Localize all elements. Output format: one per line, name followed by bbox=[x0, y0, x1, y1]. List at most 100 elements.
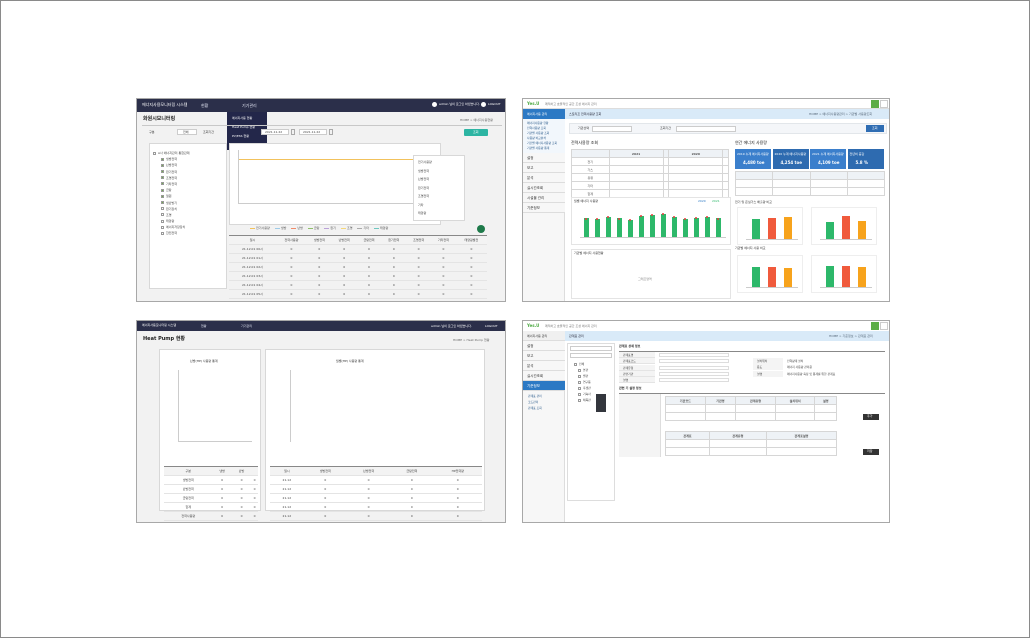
checkbox-icon[interactable] bbox=[161, 194, 164, 198]
table-row[interactable]: 21.12 0 0 0 0 bbox=[270, 511, 482, 521]
checkbox-icon[interactable] bbox=[161, 219, 164, 223]
checkbox-icon[interactable] bbox=[161, 225, 164, 229]
save-button[interactable]: 저장 bbox=[863, 449, 879, 455]
sidebar-subitem[interactable]: 기관별 사용량 통계 bbox=[527, 146, 557, 151]
side-list-item[interactable]: 냉방전력 bbox=[418, 169, 432, 178]
home-icon[interactable] bbox=[871, 100, 879, 108]
sidebar-item[interactable]: 보고 bbox=[523, 163, 565, 173]
form-input[interactable] bbox=[659, 365, 729, 370]
calendar-icon[interactable] bbox=[291, 129, 295, 135]
table-row[interactable]: 합계 0 0 0 bbox=[164, 502, 258, 512]
nav-devices[interactable]: 기기관리 bbox=[242, 104, 257, 108]
search-button[interactable]: 조회 bbox=[866, 125, 884, 132]
date-to-input[interactable]: 2021.11.22 bbox=[299, 129, 327, 135]
sidebar-item[interactable]: 분석 bbox=[523, 173, 565, 183]
sidebar-item[interactable]: 기준정보 bbox=[523, 381, 565, 391]
sidebar-item[interactable]: 설정 bbox=[523, 341, 565, 351]
table-row[interactable] bbox=[665, 412, 837, 421]
form-input[interactable] bbox=[659, 378, 729, 383]
date-from-input[interactable]: 2021.11.22 bbox=[261, 129, 289, 135]
sidebar-subitem[interactable]: 관계표 조회 bbox=[528, 407, 542, 410]
sidebar-item[interactable]: 기준정보 bbox=[523, 203, 565, 213]
table-row[interactable]: 21.12.01 01시 0 0 0 0 0 0 0 0 bbox=[229, 253, 487, 263]
sidebar-item[interactable]: 분석 bbox=[523, 361, 565, 371]
sidebar-item[interactable]: 설정 bbox=[523, 153, 565, 163]
dropdown-item-energy[interactable]: 에너지사용 현황 bbox=[232, 117, 252, 120]
checkbox-icon[interactable] bbox=[161, 182, 164, 186]
checkbox-icon[interactable] bbox=[161, 231, 164, 235]
table-row[interactable]: 전력사용량 0 0 0 bbox=[164, 511, 258, 521]
logout-button[interactable]: LOGOUT bbox=[485, 325, 498, 328]
table-row[interactable]: 난방전력 0 0 0 bbox=[164, 484, 258, 494]
side-list-item[interactable]: 환기전력 bbox=[418, 186, 432, 195]
table-row[interactable]: 21.12.01 03시 0 0 0 0 0 0 0 0 bbox=[229, 271, 487, 281]
table-row[interactable] bbox=[665, 447, 838, 456]
nav-status[interactable]: 현황 bbox=[201, 325, 207, 328]
side-list-item[interactable]: 태양광 bbox=[418, 211, 432, 220]
agency-select[interactable] bbox=[592, 126, 632, 132]
form-input[interactable] bbox=[659, 353, 729, 357]
table-row[interactable]: 21.12.01 04시 0 0 0 0 0 0 0 0 bbox=[229, 280, 487, 290]
checkbox-icon[interactable] bbox=[161, 163, 164, 167]
checkbox-icon[interactable] bbox=[161, 170, 164, 174]
table-row[interactable] bbox=[665, 439, 838, 448]
checkbox-icon[interactable] bbox=[161, 188, 164, 192]
table-row[interactable]: 21.12 0 0 0 0 bbox=[270, 484, 482, 494]
form-input[interactable] bbox=[659, 359, 729, 364]
table-row[interactable]: 21.12 0 0 0 0 bbox=[270, 502, 482, 512]
dropdown-item-pv[interactable]: PV/ESS 현황 bbox=[232, 135, 249, 138]
side-list-item[interactable]: 전기사용량 bbox=[418, 160, 432, 169]
home-icon[interactable] bbox=[871, 322, 879, 330]
checkbox-icon[interactable] bbox=[578, 392, 581, 396]
tree-search-input[interactable] bbox=[570, 353, 612, 358]
checkbox-icon[interactable] bbox=[161, 201, 164, 204]
table-row[interactable]: 21.12.01 00시 0 0 0 0 0 0 0 0 bbox=[229, 244, 487, 254]
search-button[interactable]: 조회 bbox=[464, 129, 488, 136]
checkbox-icon[interactable] bbox=[578, 398, 581, 402]
context-menu[interactable] bbox=[596, 394, 606, 412]
sidebar-subitem[interactable]: 관계표 관리 bbox=[528, 395, 542, 398]
side-list-item[interactable]: 조명전력 bbox=[418, 194, 432, 203]
table-row[interactable]: 21.12.01 02시 0 0 0 0 0 0 0 0 bbox=[229, 262, 487, 272]
table-row[interactable]: 급탕전력 0 0 0 bbox=[164, 493, 258, 503]
tree-select[interactable] bbox=[570, 346, 612, 351]
checkbox-icon[interactable] bbox=[161, 157, 164, 161]
sidebar-item[interactable]: 보고 bbox=[523, 351, 565, 361]
checkbox-icon[interactable] bbox=[578, 374, 581, 378]
checkbox-icon[interactable] bbox=[574, 362, 577, 366]
sidebar-item[interactable]: 시설물 관리 bbox=[523, 193, 565, 203]
side-list-item[interactable]: 기타 bbox=[418, 203, 432, 212]
table-row[interactable]: 21.12.01 05시 0 0 0 0 0 0 0 0 bbox=[229, 289, 487, 299]
period-select[interactable] bbox=[676, 126, 736, 132]
checkbox-icon[interactable] bbox=[578, 386, 581, 390]
checkbox-icon[interactable] bbox=[578, 368, 581, 372]
help-icon[interactable] bbox=[880, 100, 888, 108]
tree-item[interactable]: 체육관 bbox=[574, 398, 591, 404]
dropdown-item-heatpump[interactable]: Heat Pump 현황 bbox=[232, 126, 255, 129]
sidebar-head[interactable]: 에너지사용 관리 bbox=[523, 331, 565, 341]
sidebar-item[interactable]: 실시간조회 bbox=[523, 371, 565, 381]
checkbox-icon[interactable] bbox=[578, 380, 581, 384]
checkbox-icon[interactable] bbox=[161, 207, 164, 211]
checkbox-icon[interactable] bbox=[161, 213, 164, 217]
calendar-icon[interactable] bbox=[329, 129, 333, 135]
add-button[interactable]: 추가 bbox=[863, 414, 879, 420]
nav-status[interactable]: 현황 bbox=[201, 104, 208, 108]
side-list-item[interactable]: 난방전력 bbox=[418, 177, 432, 186]
table-row[interactable]: 냉방전력 0 0 0 bbox=[164, 475, 258, 485]
sidebar-item[interactable]: 실시간조회 bbox=[523, 183, 565, 193]
help-icon[interactable] bbox=[880, 322, 888, 330]
sidebar-subitem[interactable]: 코드관리 bbox=[528, 401, 538, 404]
sidebar-head[interactable]: 에너지사용 관리 bbox=[523, 109, 565, 119]
table-row[interactable]: 21.12 0 0 0 0 bbox=[270, 493, 482, 503]
tree-item[interactable]: 한전전력 bbox=[153, 231, 190, 237]
nav-devices[interactable]: 기기관리 bbox=[241, 325, 252, 328]
form-input[interactable] bbox=[659, 371, 729, 376]
checkbox-icon[interactable] bbox=[161, 176, 164, 180]
table-row[interactable]: 21.12 0 0 0 0 bbox=[270, 475, 482, 485]
logout-button[interactable]: LOGOUT bbox=[488, 103, 501, 106]
table-row[interactable] bbox=[665, 404, 837, 413]
checkbox-icon[interactable] bbox=[153, 151, 156, 155]
type-select[interactable]: 전체 bbox=[177, 129, 197, 135]
download-icon[interactable] bbox=[477, 225, 485, 233]
